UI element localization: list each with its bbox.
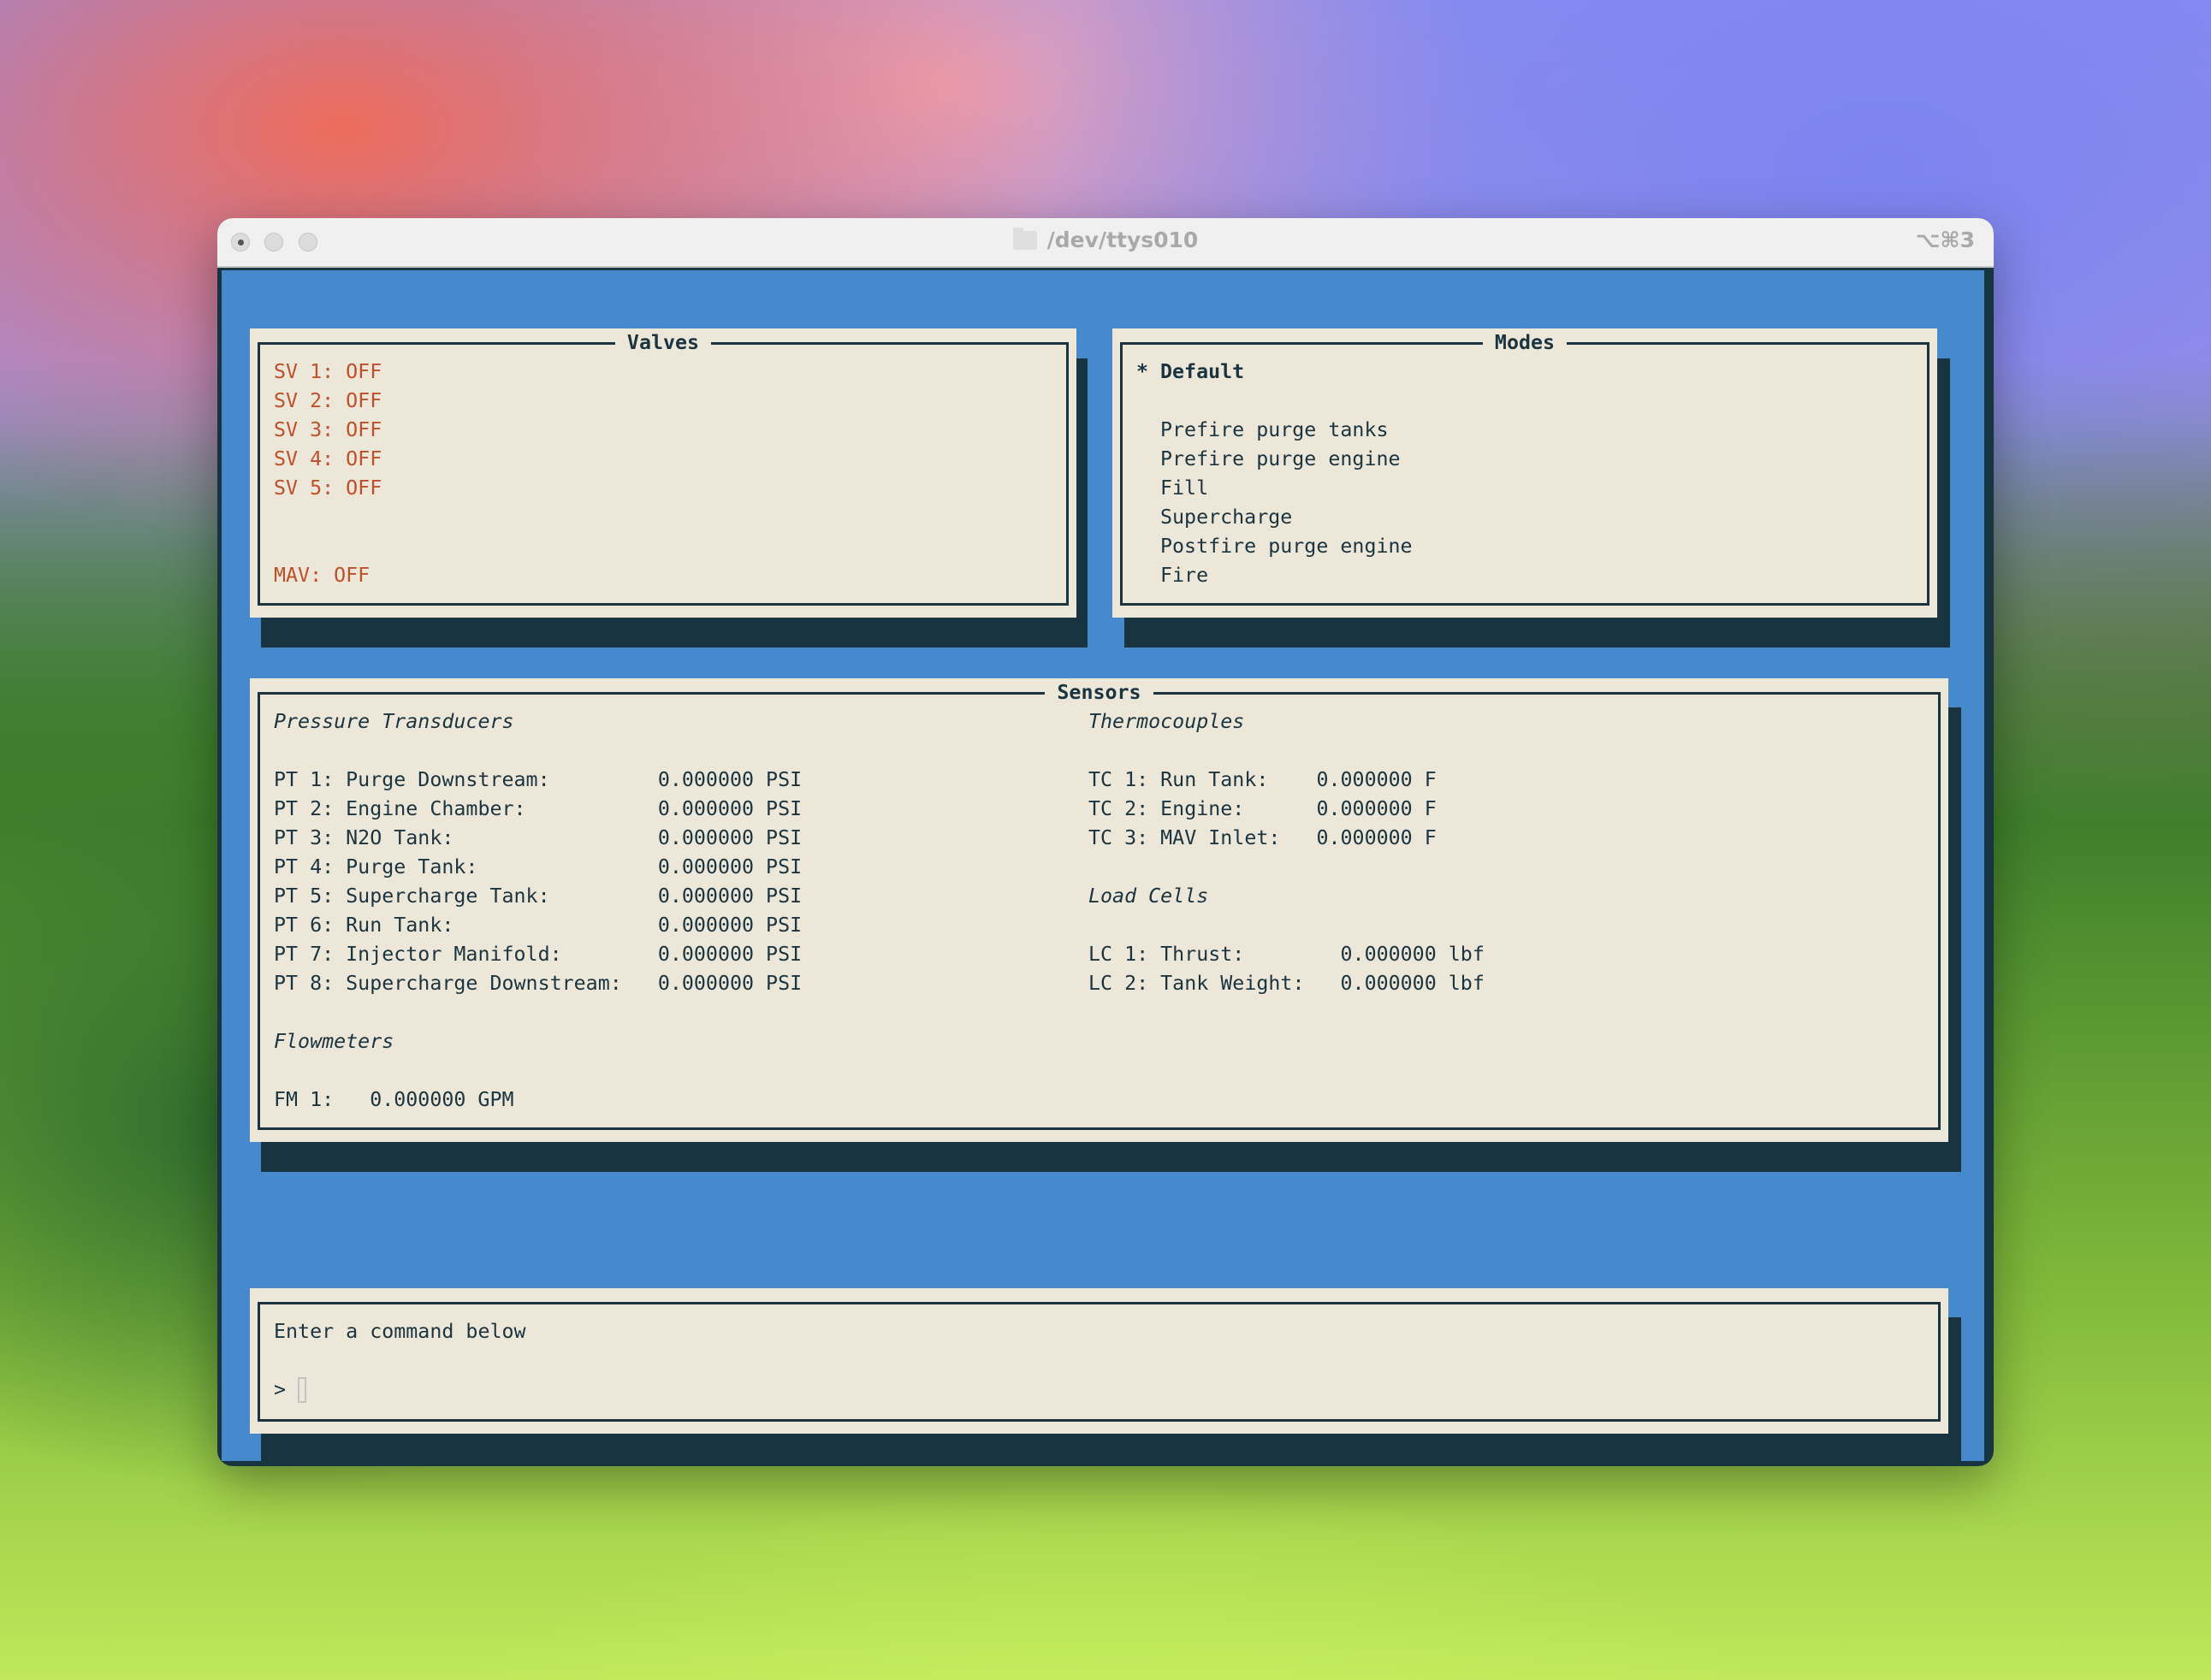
mode-selected-marker: *: [1136, 360, 1149, 383]
mode-postfire-purge-engine[interactable]: Postfire purge engine: [1160, 532, 1413, 561]
tc-value: 0.000000 F: [1316, 768, 1437, 791]
thermocouples-heading: Thermocouples: [1088, 710, 1245, 733]
command-input[interactable]: [298, 1375, 1838, 1405]
terminal-window: /dev/ttys010 ⌥⌘3 Valves SV 1: OFF SV 2: …: [217, 218, 1994, 1466]
lc-label: LC 2: Tank Weight:: [1088, 972, 1305, 995]
valve-sv3: SV 3: OFF: [274, 418, 382, 441]
lc-value: 0.000000 lbf: [1340, 972, 1485, 995]
tc-value: 0.000000 F: [1316, 797, 1437, 820]
pt-value: 0.000000 PSI: [657, 797, 803, 820]
load-cells-heading: Load Cells: [1088, 884, 1209, 908]
valve-sv2: SV 2: OFF: [274, 389, 382, 412]
modes-title: Modes: [1112, 328, 1937, 358]
text-cursor: [298, 1377, 306, 1403]
command-panel: Enter a command below >: [250, 1288, 1948, 1434]
pt-label: PT 6: Run Tank:: [274, 914, 454, 937]
mode-fill[interactable]: Fill: [1160, 474, 1208, 503]
modes-title-text: Modes: [1482, 331, 1568, 354]
pt-label: PT 5: Supercharge Tank:: [274, 884, 550, 908]
pt-value: 0.000000 PSI: [657, 943, 803, 966]
sensors-panel: Sensors Pressure Transducers PT 1: Purge…: [250, 678, 1948, 1142]
sensors-title: Sensors: [250, 678, 1948, 707]
mode-fire[interactable]: Fire: [1160, 561, 1208, 590]
pt-label: PT 7: Injector Manifold:: [274, 943, 562, 966]
pt-label: PT 2: Engine Chamber:: [274, 797, 526, 820]
window-title-text: /dev/ttys010: [1046, 228, 1199, 252]
tc-label: TC 3: MAV Inlet:: [1088, 826, 1281, 849]
pressure-heading: Pressure Transducers: [274, 710, 514, 733]
pt-value: 0.000000 PSI: [657, 768, 803, 791]
lc-row: LC 1: Thrust: 0.000000 lbf: [1088, 940, 1485, 969]
tc-label: TC 2: Engine:: [1088, 797, 1245, 820]
valve-sv4: SV 4: OFF: [274, 447, 382, 470]
command-prompt-text: Enter a command below: [274, 1320, 526, 1343]
pt-label: PT 3: N2O Tank:: [274, 826, 454, 849]
terminal-content[interactable]: Valves SV 1: OFF SV 2: OFF SV 3: OFF SV …: [222, 270, 1984, 1461]
pt-value: 0.000000 PSI: [657, 855, 803, 878]
pt-row: PT 1: Purge Downstream: 0.000000 PSI: [274, 766, 802, 795]
tc-label: TC 1: Run Tank:: [1088, 768, 1269, 791]
title-bar[interactable]: /dev/ttys010 ⌥⌘3: [217, 218, 1994, 268]
valves-panel: Valves SV 1: OFF SV 2: OFF SV 3: OFF SV …: [250, 328, 1076, 618]
tc-row: TC 3: MAV Inlet: 0.000000 F: [1088, 824, 1437, 853]
pt-value: 0.000000 PSI: [657, 972, 803, 995]
pt-row: PT 6: Run Tank: 0.000000 PSI: [274, 911, 802, 940]
tc-row: TC 1: Run Tank: 0.000000 F: [1088, 766, 1437, 795]
window-shortcut: ⌥⌘3: [1915, 228, 1975, 252]
fm-label: FM 1:: [274, 1088, 335, 1111]
valve-sv5: SV 5: OFF: [274, 476, 382, 500]
pt-row: PT 7: Injector Manifold: 0.000000 PSI: [274, 940, 802, 969]
modes-panel: Modes * Default Prefire purge tanks Pref…: [1112, 328, 1937, 618]
pt-row: PT 4: Purge Tank: 0.000000 PSI: [274, 853, 802, 882]
mode-prefire-purge-engine[interactable]: Prefire purge engine: [1160, 445, 1401, 474]
folder-icon: [1012, 228, 1037, 250]
pt-value: 0.000000 PSI: [657, 884, 803, 908]
valve-mav: MAV: OFF: [274, 564, 370, 587]
tc-value: 0.000000 F: [1316, 826, 1437, 849]
pt-row: PT 8: Supercharge Downstream: 0.000000 PS…: [274, 969, 802, 998]
fm-value: 0.000000 GPM: [370, 1088, 514, 1111]
pt-label: PT 8: Supercharge Downstream:: [274, 972, 622, 995]
sensors-title-text: Sensors: [1045, 681, 1153, 704]
pt-value: 0.000000 PSI: [657, 914, 803, 937]
pt-label: PT 1: Purge Downstream:: [274, 768, 550, 791]
mode-default[interactable]: Default: [1160, 358, 1244, 387]
lc-row: LC 2: Tank Weight: 0.000000 lbf: [1088, 969, 1485, 998]
lc-label: LC 1: Thrust:: [1088, 943, 1245, 966]
pt-row: PT 3: N2O Tank: 0.000000 PSI: [274, 824, 802, 853]
pt-row: PT 5: Supercharge Tank: 0.000000 PSI: [274, 882, 802, 911]
pt-label: PT 4: Purge Tank:: [274, 855, 478, 878]
pt-row: PT 2: Engine Chamber: 0.000000 PSI: [274, 795, 802, 824]
mode-supercharge[interactable]: Supercharge: [1160, 503, 1292, 532]
fm-row: FM 1: 0.000000 GPM: [274, 1085, 514, 1115]
flowmeters-heading: Flowmeters: [274, 1030, 394, 1053]
valve-sv1: SV 1: OFF: [274, 360, 382, 383]
lc-value: 0.000000 lbf: [1340, 943, 1485, 966]
valves-title-text: Valves: [614, 331, 712, 354]
pt-value: 0.000000 PSI: [657, 826, 803, 849]
window-title: /dev/ttys010: [217, 228, 1994, 252]
command-prompt-symbol: >: [274, 1378, 287, 1401]
tc-row: TC 2: Engine: 0.000000 F: [1088, 795, 1437, 824]
valves-title: Valves: [250, 328, 1076, 358]
mode-prefire-purge-tanks[interactable]: Prefire purge tanks: [1160, 416, 1389, 445]
